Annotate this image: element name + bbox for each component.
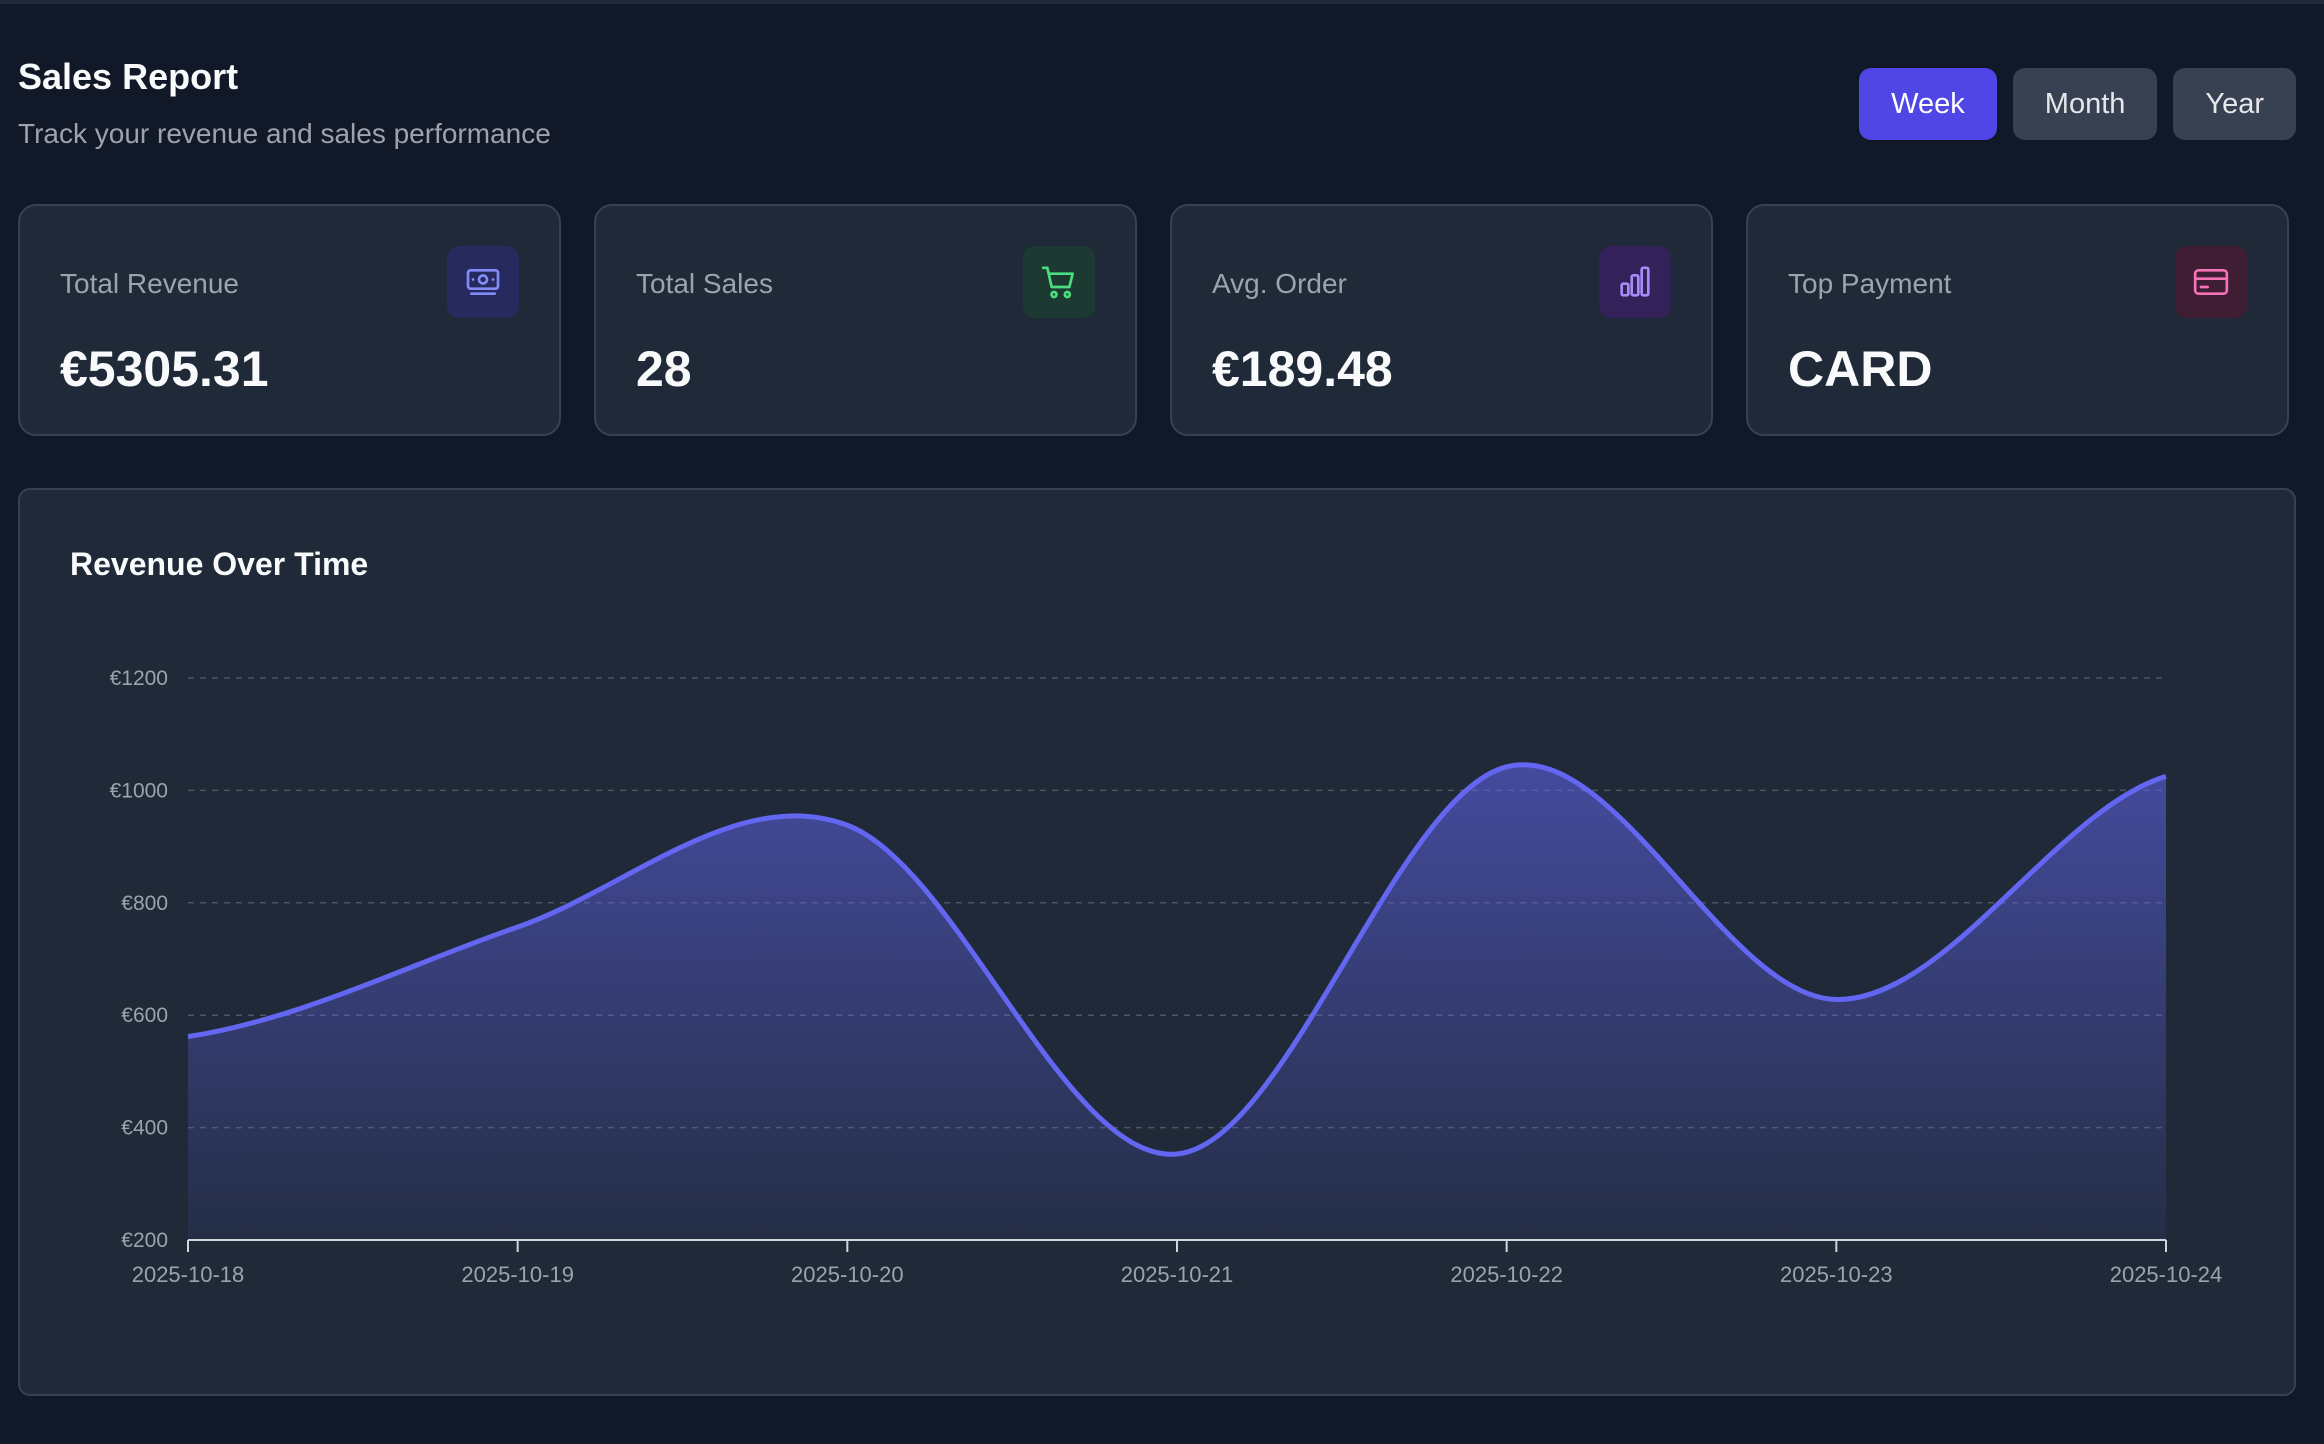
range-year-button[interactable]: Year	[2173, 68, 2296, 140]
top-border	[0, 0, 2324, 4]
bar-chart-icon	[1599, 246, 1671, 318]
page-title: Sales Report	[18, 56, 239, 97]
x-tick-label: 2025-10-22	[1450, 1262, 1563, 1287]
money-icon	[447, 246, 519, 318]
stat-label: Total Revenue	[60, 268, 240, 299]
stat-label: Total Sales	[636, 268, 773, 299]
stat-value: 28	[636, 341, 692, 397]
cart-icon	[1023, 246, 1095, 318]
x-tick-label: 2025-10-21	[1121, 1262, 1234, 1287]
y-tick-label: €1000	[110, 779, 168, 802]
y-tick-label: €400	[121, 1117, 168, 1140]
revenue-chart-panel: Revenue Over Time €200 €400 €600 €800 €1000 €…	[18, 488, 2296, 1396]
page-subtitle: Track your revenue and sales performance	[18, 118, 551, 149]
stat-value: CARD	[1788, 341, 1933, 397]
y-tick-label: €600	[121, 1004, 168, 1027]
stat-card-avg-order: Avg. Order €189.48	[1170, 204, 1713, 436]
x-tick-label: 2025-10-24	[2110, 1262, 2223, 1287]
range-month-button[interactable]: Month	[2012, 68, 2158, 140]
stat-cards: Total Revenue €5305.31 Total Sales 28 Av…	[18, 204, 2289, 436]
y-tick-label: €200	[121, 1229, 168, 1252]
stat-value: €189.48	[1212, 341, 1393, 397]
range-week-button[interactable]: Week	[1859, 68, 1997, 140]
x-tick-label: 2025-10-20	[791, 1262, 904, 1287]
y-tick-label: €800	[121, 892, 168, 915]
x-tick-label: 2025-10-18	[132, 1262, 245, 1287]
range-selector: Week Month Year	[1859, 68, 2296, 140]
revenue-area	[188, 764, 2166, 1240]
stat-card-total-revenue: Total Revenue €5305.31	[18, 204, 561, 436]
stat-label: Top Payment	[1788, 268, 1952, 299]
page-header: Sales Report Track your revenue and sale…	[18, 56, 551, 150]
revenue-chart: €200 €400 €600 €800 €1000 €1200 2025-10-18 2025…	[110, 667, 2223, 1287]
stat-value: €5305.31	[60, 341, 269, 397]
credit-card-icon	[2175, 246, 2247, 318]
stat-card-top-payment: Top Payment CARD	[1746, 204, 2289, 436]
y-tick-label: €1200	[110, 667, 168, 690]
x-tick-label: 2025-10-19	[461, 1262, 574, 1287]
x-tick-label: 2025-10-23	[1780, 1262, 1893, 1287]
stat-label: Avg. Order	[1212, 268, 1347, 299]
stat-card-total-sales: Total Sales 28	[594, 204, 1137, 436]
